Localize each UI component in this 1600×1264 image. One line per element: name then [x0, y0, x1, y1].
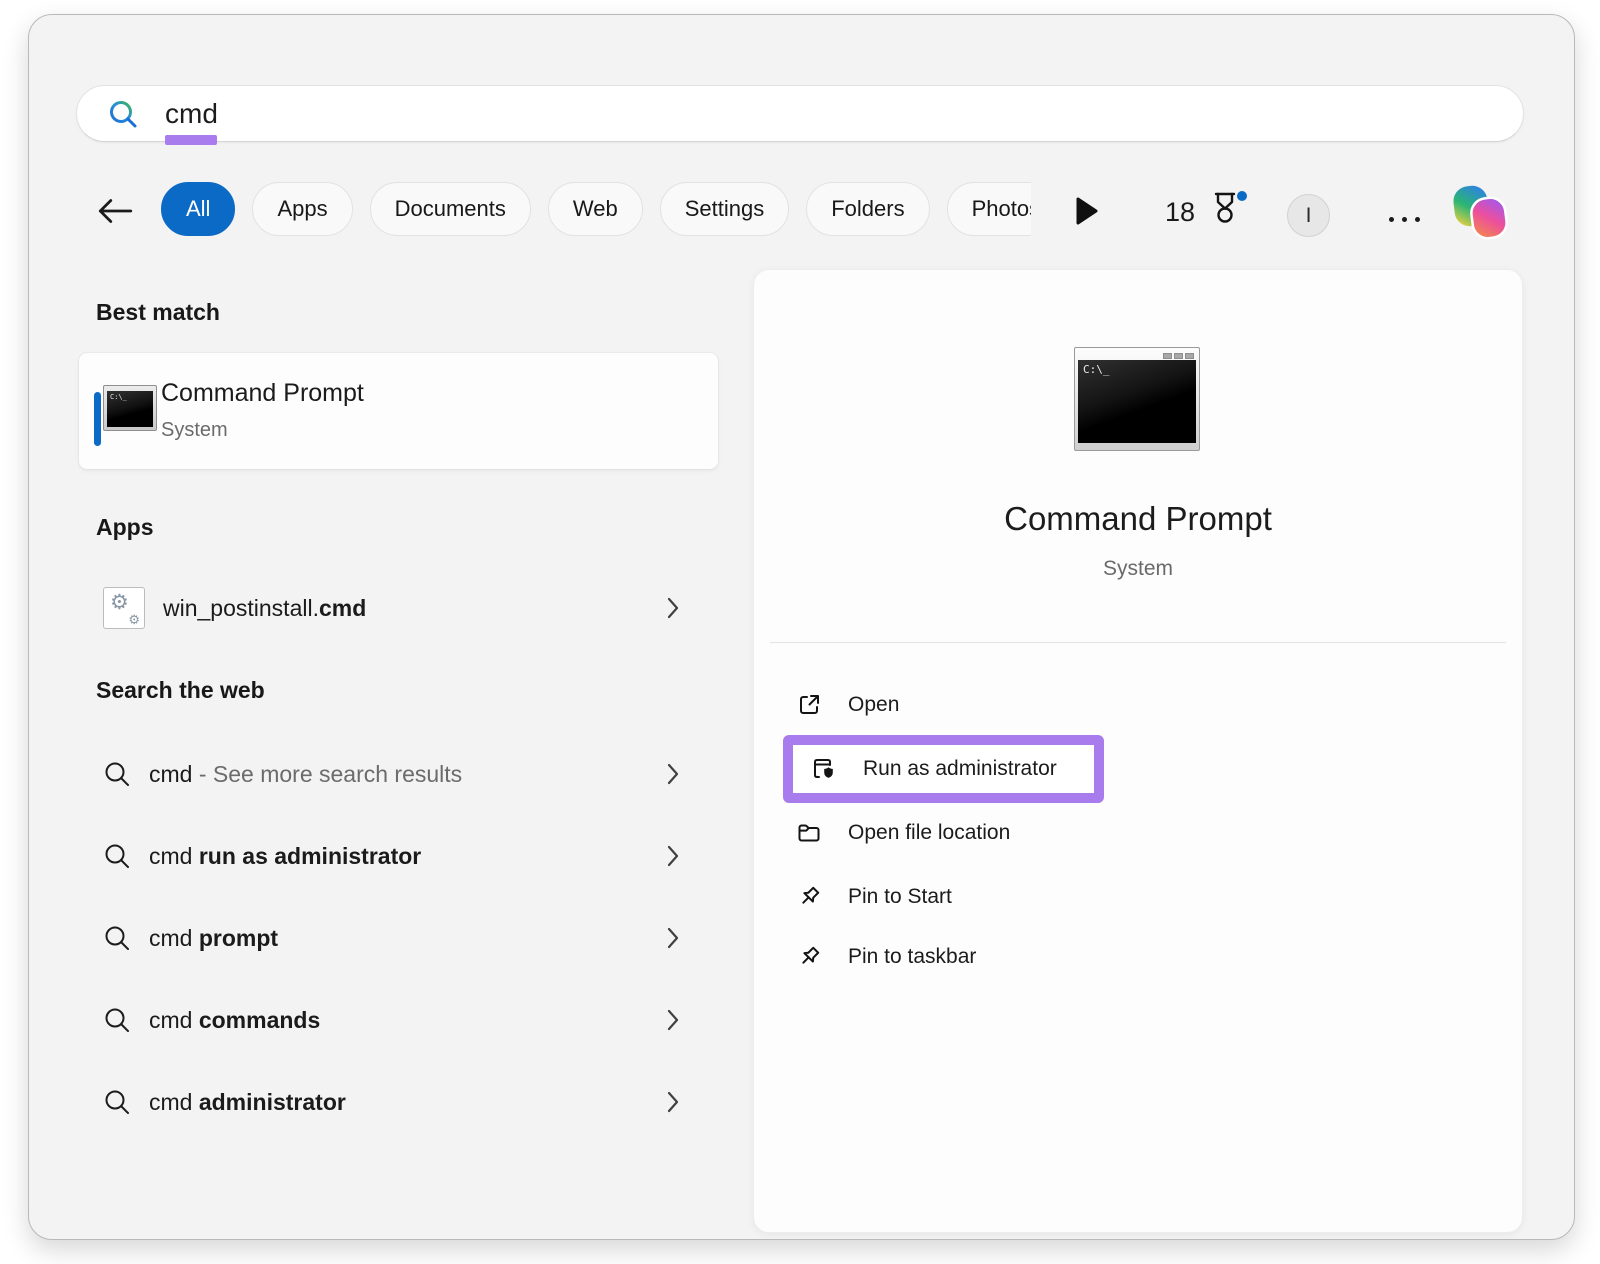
rewards-notification-dot: [1237, 191, 1247, 201]
search-suggestion-icon: [103, 842, 131, 870]
search-icon: [107, 98, 139, 130]
apps-header: Apps: [96, 514, 154, 541]
chevron-right-icon[interactable]: [666, 596, 680, 620]
chevron-right-icon[interactable]: [666, 926, 680, 950]
open-external-icon: [796, 692, 822, 718]
suggestion-label: cmd prompt: [149, 925, 278, 952]
web-suggestion-run-as-administrator[interactable]: cmd run as administrator: [79, 828, 718, 884]
best-match-header: Best match: [96, 299, 220, 326]
web-suggestion-see-more[interactable]: cmd - See more search results: [79, 746, 718, 802]
more-options-icon[interactable]: [1389, 217, 1420, 222]
suggestion-label: cmd run as administrator: [149, 843, 421, 870]
batch-file-icon: ⚙ ⚙: [103, 587, 145, 629]
web-suggestion-administrator[interactable]: cmd administrator: [79, 1074, 718, 1130]
pin-icon: [796, 884, 822, 910]
best-match-title: Command Prompt: [161, 379, 364, 408]
best-match-item[interactable]: C:\_ Command Prompt System: [79, 353, 718, 469]
tab-folders[interactable]: Folders: [806, 182, 929, 236]
run-as-administrator-highlight: Run as administrator: [783, 735, 1104, 803]
folder-icon: [796, 820, 822, 846]
chevron-right-icon[interactable]: [666, 844, 680, 868]
action-pin-to-start[interactable]: Pin to Start: [796, 879, 952, 915]
search-query-text: cmd: [165, 98, 218, 130]
suggestion-label: cmd commands: [149, 1007, 320, 1034]
tab-documents[interactable]: Documents: [370, 182, 531, 236]
rewards-points: 18: [1165, 197, 1195, 228]
tab-photos[interactable]: Photos: [947, 182, 1031, 236]
chevron-right-icon[interactable]: [666, 762, 680, 786]
action-pin-to-taskbar[interactable]: Pin to taskbar: [796, 939, 976, 975]
chevron-right-icon[interactable]: [666, 1090, 680, 1114]
search-suggestion-icon: [103, 760, 131, 788]
copilot-icon[interactable]: [1451, 184, 1509, 240]
preview-panel: C:\_ Command Prompt System Open: [753, 269, 1523, 1233]
back-button[interactable]: [95, 195, 135, 227]
tab-all[interactable]: All: [161, 182, 235, 236]
preview-title: Command Prompt: [754, 500, 1522, 538]
best-match-subtitle: System: [161, 419, 228, 442]
web-suggestion-prompt[interactable]: cmd prompt: [79, 910, 718, 966]
suggestion-label: cmd - See more search results: [149, 761, 462, 788]
search-suggestion-icon: [103, 1006, 131, 1034]
tab-apps[interactable]: Apps: [252, 182, 352, 236]
pin-icon: [796, 944, 822, 970]
suggestion-label: cmd administrator: [149, 1089, 346, 1116]
user-avatar[interactable]: I: [1287, 194, 1330, 237]
app-result-win-postinstall[interactable]: ⚙ ⚙ win_postinstall.cmd: [79, 576, 718, 640]
windows-search-flyout: cmd All Apps Documents Web Settings Fold…: [28, 14, 1575, 1240]
screen: cmd All Apps Documents Web Settings Fold…: [0, 0, 1600, 1264]
filter-tabs: All Apps Documents Web Settings Folders …: [161, 182, 1031, 236]
window-shield-icon: [811, 756, 837, 782]
app-result-label: win_postinstall.cmd: [163, 595, 366, 622]
search-suggestion-icon: [103, 1088, 131, 1116]
action-open[interactable]: Open: [796, 687, 899, 723]
more-filters-icon[interactable]: [1075, 196, 1099, 226]
preview-subtitle: System: [754, 557, 1522, 581]
tab-settings[interactable]: Settings: [660, 182, 790, 236]
search-suggestion-icon: [103, 924, 131, 952]
action-open-file-location[interactable]: Open file location: [796, 815, 1010, 851]
query-underline: [165, 135, 217, 145]
avatar-initial: I: [1306, 204, 1312, 228]
tab-web[interactable]: Web: [548, 182, 643, 236]
tab-photos-clipped: Photos: [947, 182, 1031, 236]
terminal-titlebar-controls: [1078, 351, 1196, 360]
search-web-header: Search the web: [96, 677, 265, 704]
search-input[interactable]: cmd: [76, 85, 1524, 142]
command-prompt-icon: C:\_: [103, 385, 157, 431]
chevron-right-icon[interactable]: [666, 1008, 680, 1032]
action-run-as-administrator[interactable]: Run as administrator: [793, 745, 1094, 793]
command-prompt-icon-large: C:\_: [1074, 347, 1200, 451]
selection-accent-bar: [94, 392, 101, 446]
divider: [770, 642, 1506, 643]
web-suggestion-commands[interactable]: cmd commands: [79, 992, 718, 1048]
